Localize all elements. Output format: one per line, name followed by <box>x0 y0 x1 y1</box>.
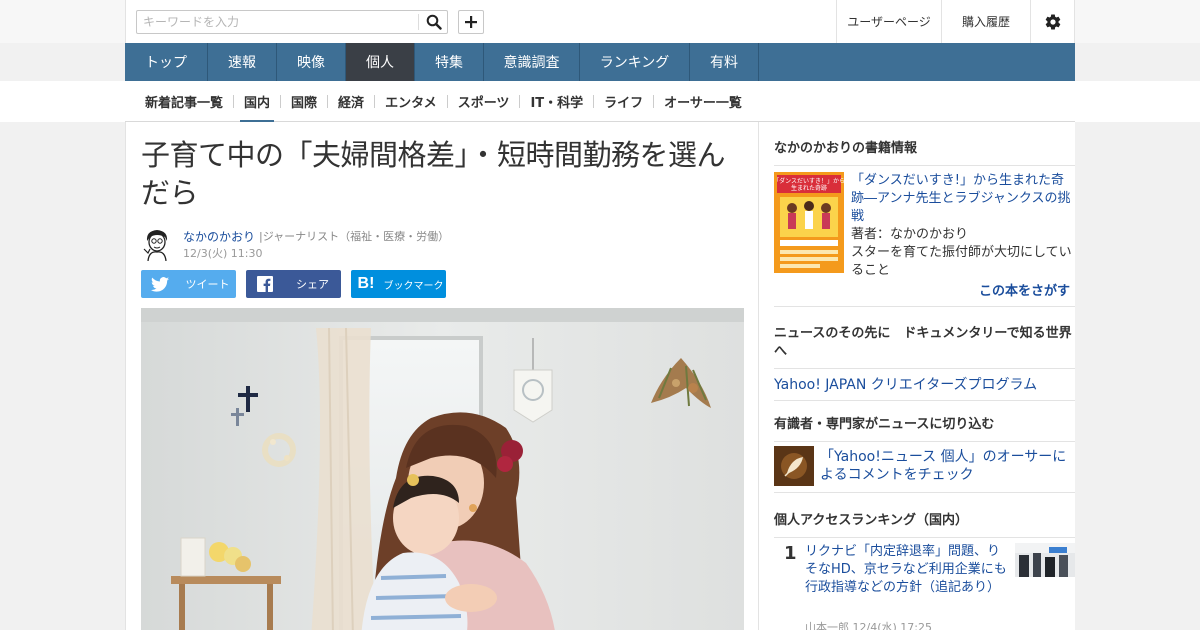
nav-item-features[interactable]: 特集 <box>415 43 484 81</box>
svg-text:生まれた奇跡: 生まれた奇跡 <box>791 184 827 192</box>
category-economy[interactable]: 経済 <box>328 81 374 122</box>
rank-number: 1 <box>784 543 797 564</box>
divider <box>774 492 1075 493</box>
tweet-label: ツイート <box>185 278 230 291</box>
experts-section: 有識者・専門家がニュースに切り込む 「Yahoo!ニュース 個人」のオーサーによ… <box>774 416 1075 493</box>
search-input[interactable] <box>137 11 417 33</box>
search-box <box>136 10 448 34</box>
category-entertainment[interactable]: エンタメ <box>375 81 447 122</box>
search-icon <box>426 14 442 30</box>
book-author: 著者：なかのかおり <box>851 227 969 242</box>
nav-item-top[interactable]: トップ <box>125 43 208 81</box>
tweet-button[interactable]: ツイート <box>141 270 236 298</box>
settings-button[interactable] <box>1030 0 1075 43</box>
creators-program-link[interactable]: Yahoo! JAPAN クリエイターズプログラム <box>774 376 1075 394</box>
nav-item-survey[interactable]: 意識調査 <box>484 43 580 81</box>
gear-icon <box>1045 14 1061 30</box>
article-title: 子育て中の「夫婦間格差」・短時間勤務を選んだら <box>141 138 726 210</box>
category-nav: 新着記事一覧 国内 国際 経済 エンタメ スポーツ IT・科学 ライフ オーサー… <box>0 81 1200 123</box>
category-domestic[interactable]: 国内 <box>234 81 280 123</box>
category-authors[interactable]: オーサー一覧 <box>654 81 752 122</box>
plus-icon <box>465 16 477 28</box>
comment-feather-icon <box>774 446 814 486</box>
divider <box>774 400 1075 401</box>
global-nav: トップ 速報 映像 個人 特集 意識調査 ランキング 有料 <box>125 43 1075 81</box>
add-button[interactable] <box>458 10 484 34</box>
author-books-heading: なかのかおりの書籍情報 <box>774 140 1075 166</box>
nav-item-paid[interactable]: 有料 <box>690 43 759 81</box>
twitter-icon <box>141 270 179 298</box>
book-cover[interactable]: 「ダンスだいすき！」から 生まれた奇跡 <box>774 172 844 273</box>
category-sports[interactable]: スポーツ <box>448 81 520 122</box>
article-hero-photo <box>141 308 744 630</box>
category-international[interactable]: 国際 <box>281 81 327 122</box>
category-it-science[interactable]: IT・科学 <box>520 81 593 122</box>
divider <box>774 306 1075 307</box>
article-main: 子育て中の「夫婦間格差」・短時間勤務を選んだら なかのかおり |ジャーナリスト（… <box>125 122 759 630</box>
category-latest[interactable]: 新着記事一覧 <box>135 81 233 122</box>
hatena-bookmark-button[interactable]: B! ブックマーク <box>351 270 446 298</box>
sidebar: なかのかおりの書籍情報 「ダンスだいすき！」から 生まれた奇跡 「ダンスだいすき… <box>759 122 1075 630</box>
svg-text:「ダンスだいすき！」から: 「ダンスだいすき！」から <box>774 177 844 185</box>
find-book-link[interactable]: この本をさがす <box>979 280 1070 299</box>
header-inner: ユーザーページ 購入履歴 <box>125 0 1075 43</box>
nav-item-video[interactable]: 映像 <box>277 43 346 81</box>
experts-heading: 有識者・専門家がニュースに切り込む <box>774 416 1075 442</box>
nav-item-breaking[interactable]: 速報 <box>208 43 277 81</box>
book-description: スターを育てた振付師が大切にしていること <box>851 245 1072 278</box>
hatena-bookmark-icon: B! <box>357 275 375 292</box>
ranking-article-link[interactable]: リクナビ「内定辞退率」問題、りそなHD、京セラなど利用企業にも行政指導などの方針… <box>805 543 1011 597</box>
facebook-share-button[interactable]: シェア <box>246 270 341 298</box>
book-title-link[interactable]: 「ダンスだいすき!」から生まれた奇跡―アンナ先生とラブジャンクスの挑戦 <box>851 172 1075 226</box>
author-name-link[interactable]: なかのかおり <box>183 228 255 245</box>
purchase-history-link[interactable]: 購入履歴 <box>941 0 1030 43</box>
search-divider <box>418 14 419 30</box>
documentary-heading: ニュースのその先に ドキュメンタリーで知る世界へ <box>774 325 1075 369</box>
ranking-article-meta: 山本一郎 12/4(水) 17:25 <box>805 621 932 630</box>
category-nav-inner: 新着記事一覧 国内 国際 経済 エンタメ スポーツ IT・科学 ライフ オーサー… <box>125 81 1075 123</box>
documentary-section: ニュースのその先に ドキュメンタリーで知る世界へ Yahoo! JAPAN クリ… <box>774 325 1075 401</box>
nav-item-personal[interactable]: 個人 <box>346 43 415 81</box>
facebook-icon <box>246 270 284 298</box>
category-life[interactable]: ライフ <box>594 81 653 122</box>
hatena-bookmark-label: ブックマーク <box>383 280 444 292</box>
search-button[interactable] <box>421 12 447 32</box>
ranking-thumbnail[interactable] <box>1015 543 1075 577</box>
access-ranking-heading: 個人アクセスランキング（国内） <box>774 512 1075 538</box>
header-bar: ユーザーページ 購入履歴 <box>0 0 1200 43</box>
article-date: 12/3(火) 11:30 <box>183 247 263 260</box>
author-title: |ジャーナリスト（福祉・医療・労働） <box>259 230 450 243</box>
author-books-section: なかのかおりの書籍情報 「ダンスだいすき！」から 生まれた奇跡 「ダンスだいすき… <box>774 140 1075 308</box>
facebook-share-label: シェア <box>296 278 329 291</box>
expert-comments-link[interactable]: 「Yahoo!ニュース 個人」のオーサーによるコメントをチェック <box>820 448 1075 484</box>
access-ranking-section: 個人アクセスランキング（国内） 1 リクナビ「内定辞退率」問題、りそなHD、京セ… <box>774 512 1075 630</box>
user-page-link[interactable]: ユーザーページ <box>836 0 941 43</box>
nav-item-ranking[interactable]: ランキング <box>580 43 690 81</box>
author-avatar[interactable] <box>141 227 173 261</box>
